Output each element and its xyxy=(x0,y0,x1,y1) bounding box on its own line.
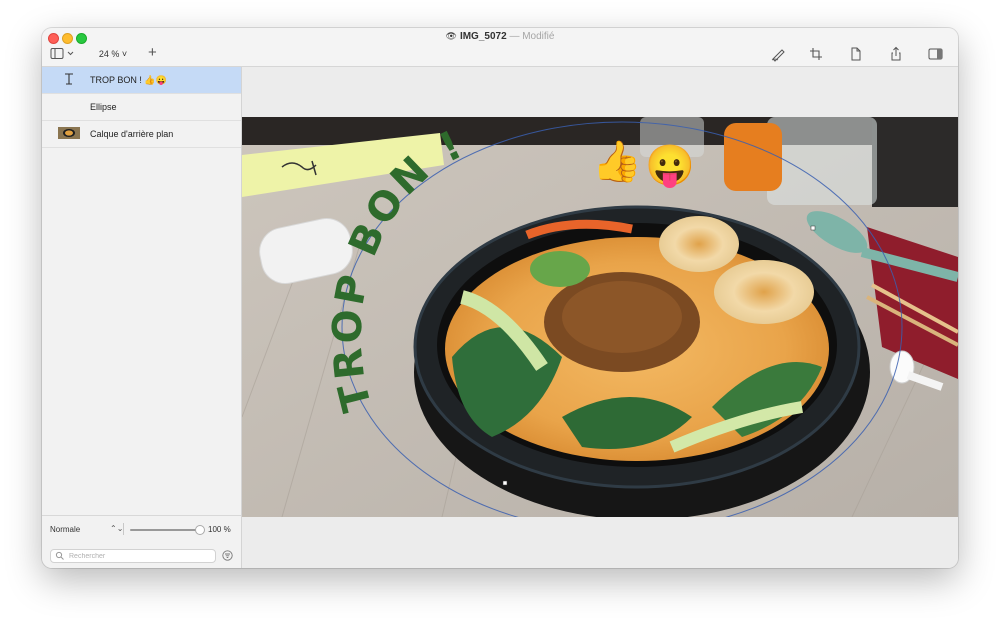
app-window: 👁 IMG_5072 — Modifié 24 % ˅ + TROP BON !… xyxy=(42,28,958,568)
markup-pen-button[interactable] xyxy=(770,46,788,62)
opacity-slider[interactable] xyxy=(130,529,200,531)
eye-icon: 👁 xyxy=(445,31,457,41)
text-cursor-icon xyxy=(58,71,80,87)
layer-label: Ellipse xyxy=(90,102,117,112)
markup-pen-icon xyxy=(771,49,785,62)
egg-2 xyxy=(714,260,814,324)
sidebar-icon xyxy=(50,48,74,59)
blend-mode-select[interactable]: Normale ⌃⌄ xyxy=(50,524,124,534)
crop-icon xyxy=(810,48,822,60)
sidebar-footer: Normale ⌃⌄ 100 % xyxy=(42,515,241,568)
layer-thumbnail xyxy=(58,125,80,141)
glass xyxy=(767,117,877,205)
egg xyxy=(659,216,739,272)
layer-search-field[interactable] xyxy=(50,549,216,563)
window-title: 👁 IMG_5072 — Modifié xyxy=(42,31,958,42)
titlebar: 👁 IMG_5072 — Modifié 24 % ˅ + xyxy=(42,28,958,67)
layer-row-ellipse[interactable]: Ellipse xyxy=(42,94,241,121)
inspector-icon xyxy=(928,48,943,60)
opacity-value: 100 % xyxy=(208,525,231,534)
green-onion xyxy=(530,251,590,287)
document-button[interactable] xyxy=(847,46,865,62)
document-state: Modifié xyxy=(522,31,555,42)
selection-handle[interactable] xyxy=(502,480,508,486)
add-button[interactable]: + xyxy=(148,45,157,60)
crop-button[interactable] xyxy=(808,46,826,62)
layer-row-text[interactable]: TROP BON ! 👍😛 xyxy=(42,67,241,94)
filter-icon[interactable] xyxy=(222,550,233,561)
orange-cup xyxy=(724,123,782,191)
zoom-value: 24 % xyxy=(98,49,120,59)
sidebar-toggle-button[interactable] xyxy=(50,47,78,61)
document-name: IMG_5072 xyxy=(459,31,507,42)
divider xyxy=(123,523,124,535)
layer-label: TROP BON ! 👍😛 xyxy=(90,75,167,85)
edited-photo[interactable]: TROP BON ! 👍 😛 xyxy=(242,117,958,517)
search-input[interactable] xyxy=(69,550,209,562)
selection-handle[interactable] xyxy=(810,225,816,231)
share-button[interactable] xyxy=(887,46,905,62)
search-icon xyxy=(55,551,64,560)
thumbs-up-emoji: 👍 xyxy=(592,138,642,184)
minced-meat-top xyxy=(562,281,682,353)
background-dark-right xyxy=(872,117,958,207)
layer-label: Calque d'arrière plan xyxy=(90,129,174,139)
share-icon xyxy=(891,46,901,61)
zoom-menu[interactable]: 24 % ˅ xyxy=(94,48,132,61)
layer-row-background[interactable]: Calque d'arrière plan xyxy=(42,121,241,148)
document-icon xyxy=(851,47,861,61)
blend-mode-value: Normale xyxy=(50,525,81,534)
opacity-slider-knob[interactable] xyxy=(195,525,205,535)
layers-sidebar: TROP BON ! 👍😛 Ellipse Calque d'arrière p… xyxy=(42,67,242,568)
title-separator: — xyxy=(509,31,520,42)
inspector-toggle-button[interactable] xyxy=(927,46,945,62)
canvas-area: TROP BON ! 👍 😛 xyxy=(242,67,958,568)
chevron-updown-icon: ⌃⌄ xyxy=(110,524,124,533)
chevron-down-icon: ˅ xyxy=(119,49,128,59)
tongue-emoji: 😛 xyxy=(645,144,695,189)
